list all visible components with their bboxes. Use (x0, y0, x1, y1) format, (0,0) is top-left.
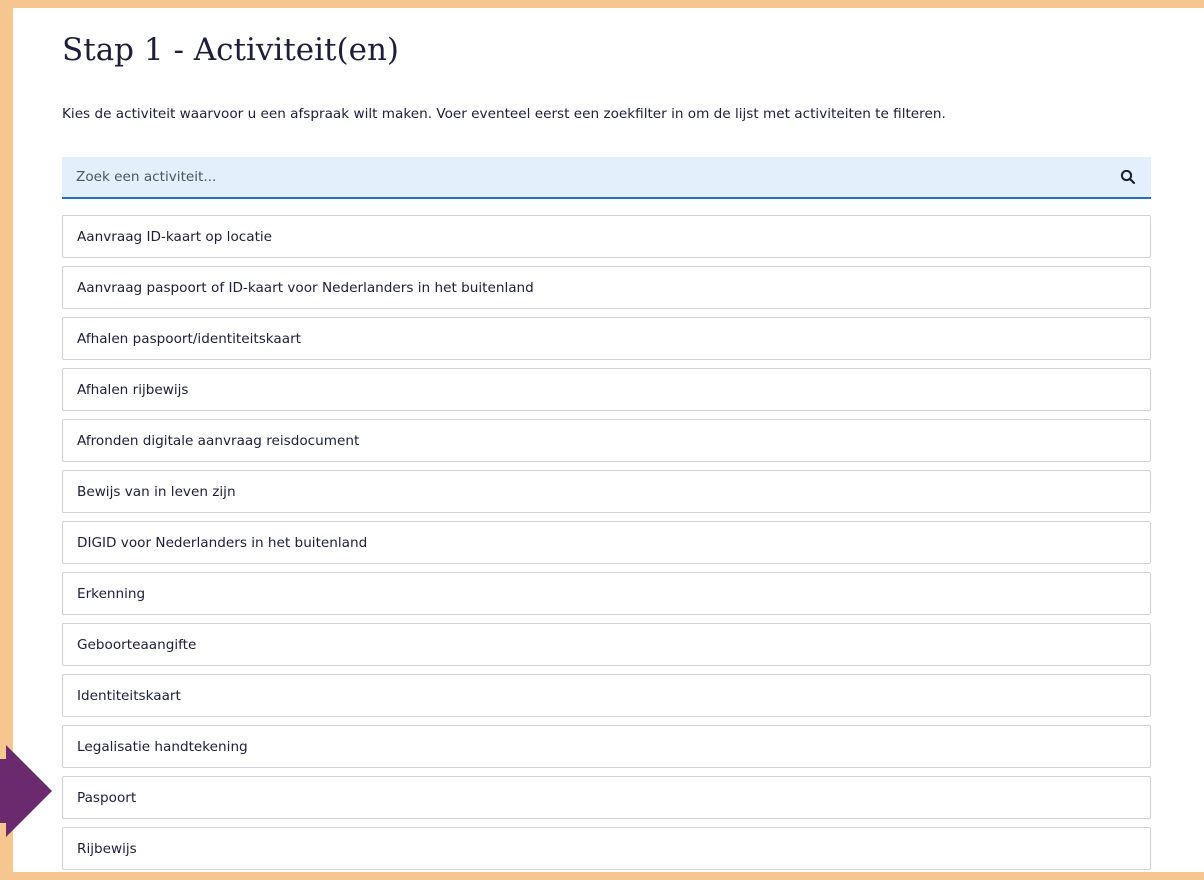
activity-item-paspoort[interactable]: Paspoort (62, 776, 1151, 819)
intro-text: Kies de activiteit waarvoor u een afspra… (62, 106, 946, 122)
activity-item[interactable]: Afhalen rijbewijs (62, 368, 1151, 411)
activity-item[interactable]: Aanvraag ID-kaart op locatie (62, 215, 1151, 258)
activity-item[interactable]: Afhalen paspoort/identiteitskaart (62, 317, 1151, 360)
search-bar (62, 157, 1151, 199)
activity-list: Aanvraag ID-kaart op locatie Aanvraag pa… (62, 215, 1151, 878)
activity-item[interactable]: Identiteitskaart (62, 674, 1151, 717)
activity-item[interactable]: Erkenning (62, 572, 1151, 615)
activity-item[interactable]: Aanvraag paspoort of ID-kaart voor Neder… (62, 266, 1151, 309)
activity-item[interactable]: Geboorteaangifte (62, 623, 1151, 666)
activity-item[interactable]: Legalisatie handtekening (62, 725, 1151, 768)
search-button[interactable] (1113, 163, 1143, 191)
search-input[interactable] (62, 157, 1102, 197)
arrow-right-icon (0, 745, 52, 837)
activity-item[interactable]: DIGID voor Nederlanders in het buitenlan… (62, 521, 1151, 564)
activity-item[interactable]: Afronden digitale aanvraag reisdocument (62, 419, 1151, 462)
activity-item[interactable]: Rijbewijs (62, 827, 1151, 870)
activity-item[interactable]: Bewijs van in leven zijn (62, 470, 1151, 513)
search-icon (1120, 169, 1136, 185)
page-title: Stap 1 - Activiteit(en) (62, 32, 400, 68)
